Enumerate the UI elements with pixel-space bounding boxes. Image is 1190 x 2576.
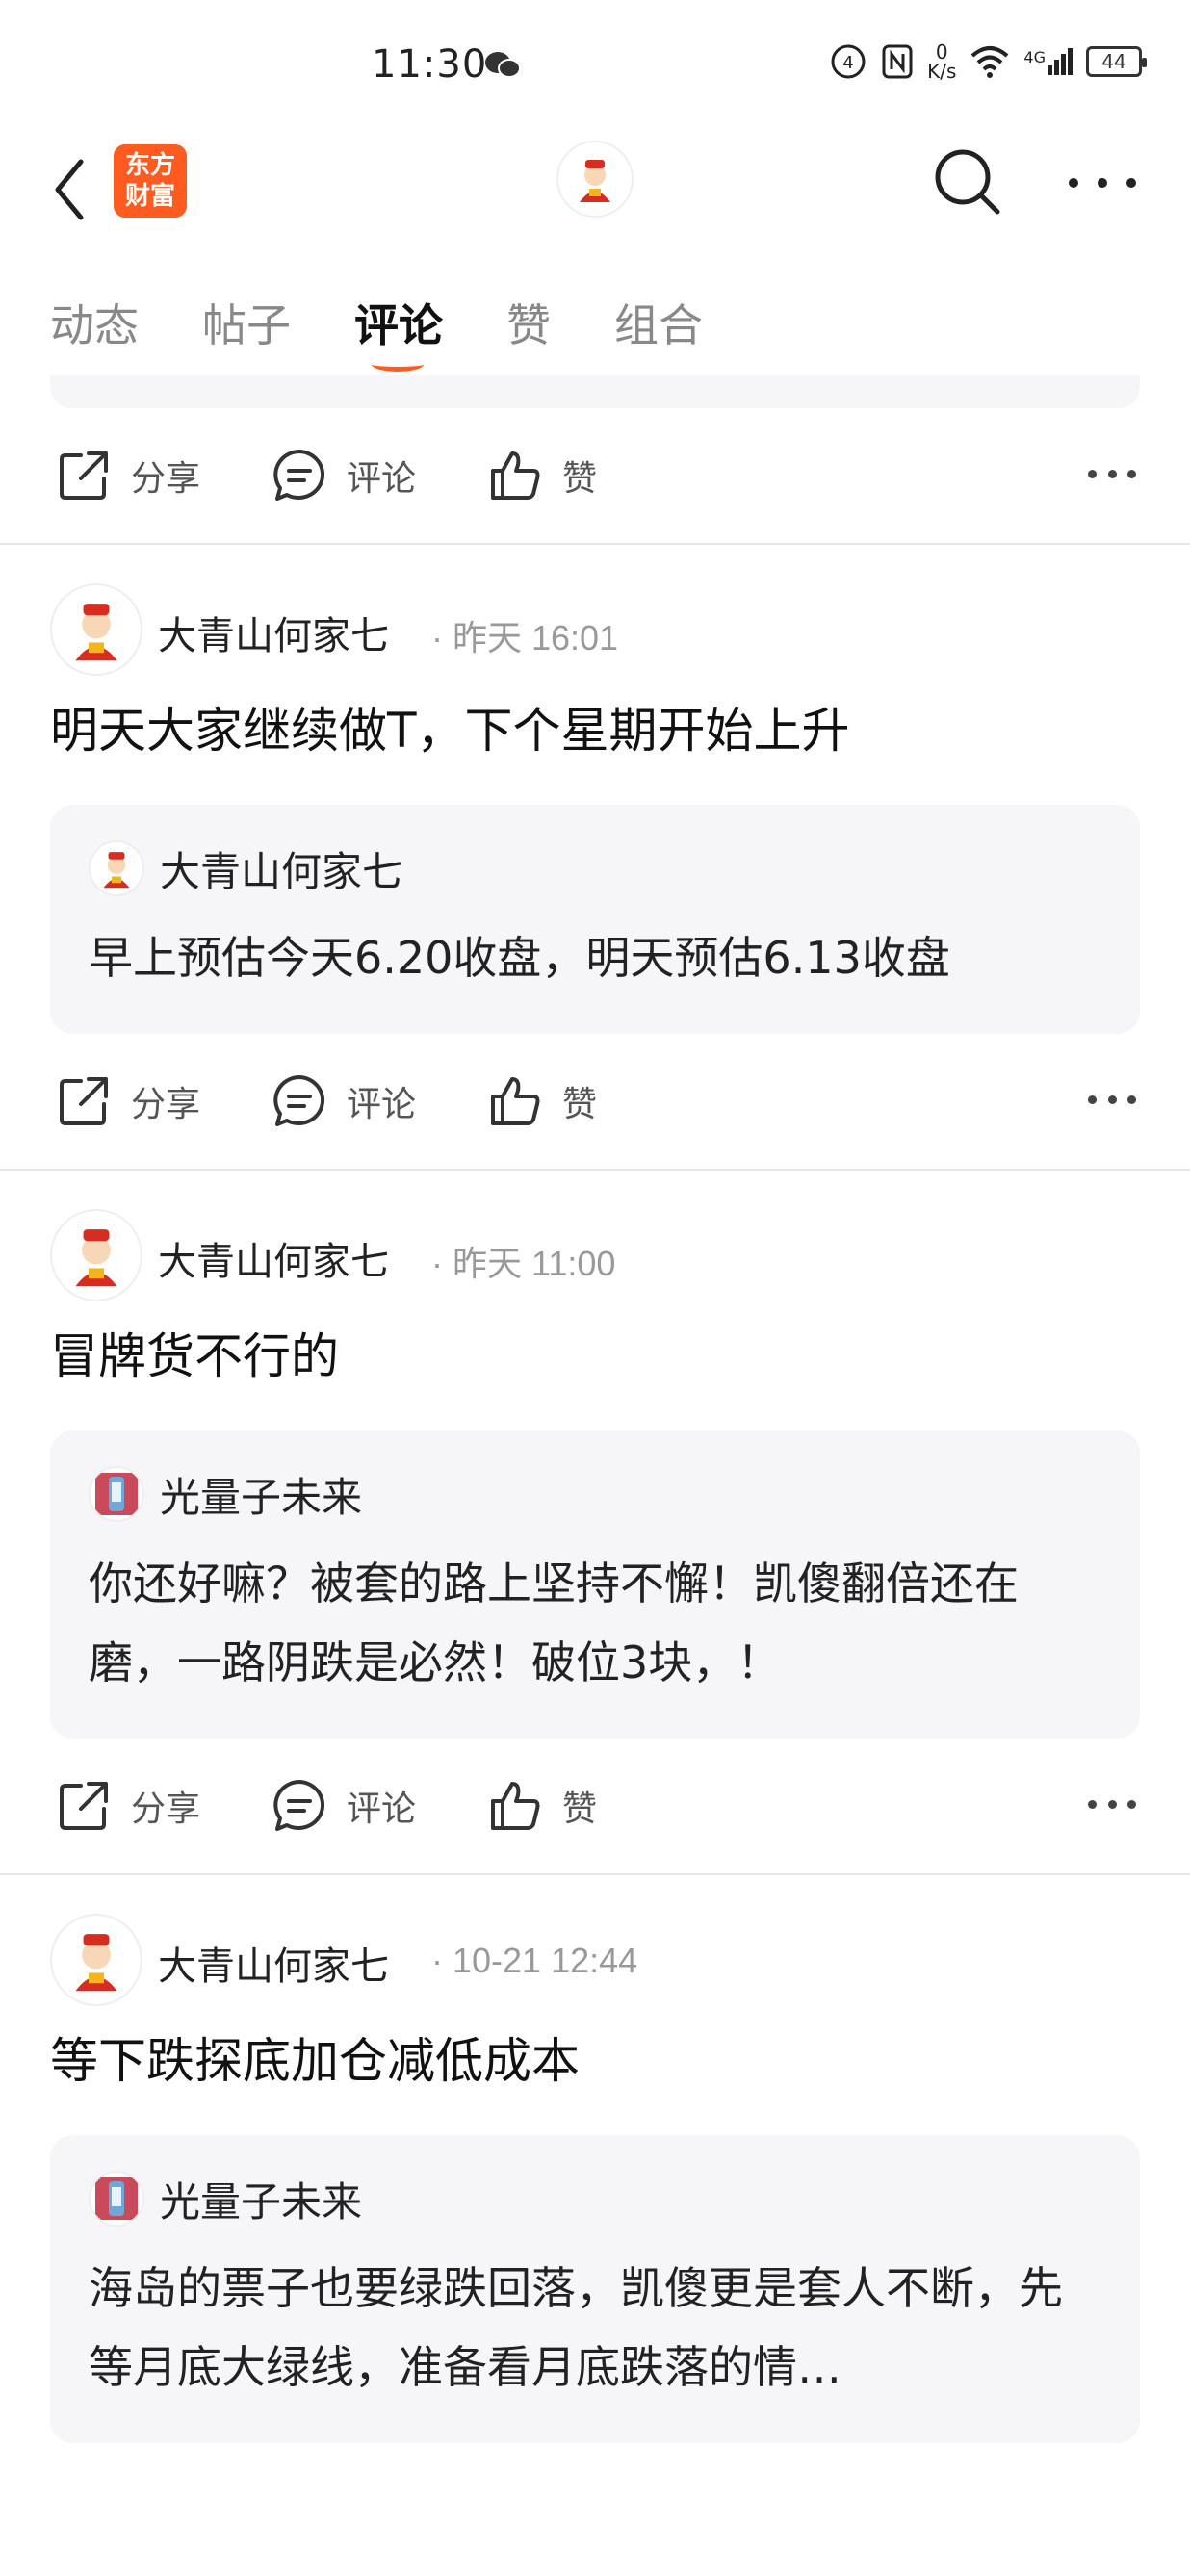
comment-feed: 分享 评论 赞 大青山何家七 · 昨天 16:01 明天大家继续做T，下个星期开… <box>0 375 1190 2443</box>
quoted-text: 你还好嘛？被套的路上坚持不懈！凯傻翻倍还在磨，一路阴跌是必然！破位3块，！ <box>89 1558 1019 1688</box>
quoted-author-name: 光量子未来 <box>160 2177 363 2226</box>
battery-icon: 44 <box>1086 46 1147 77</box>
quoted-author-avatar <box>89 840 144 896</box>
share-icon <box>60 451 108 500</box>
comment-item[interactable]: 大青山何家七 · 昨天 11:00 冒牌货不行的 光量子未来 你还好嘛？被套的路… <box>0 1171 1190 1739</box>
status-time: 11:30 <box>372 42 488 87</box>
like-button[interactable]: 赞 <box>485 1776 597 1836</box>
comment-button[interactable]: 评论 <box>270 1071 416 1131</box>
tab-dynamics[interactable]: 动态 <box>50 291 139 354</box>
brand-logo: 东方 财富 <box>114 144 187 218</box>
like-button[interactable]: 赞 <box>485 1071 597 1131</box>
tab-posts[interactable]: 帖子 <box>202 291 291 354</box>
previous-quote-card <box>50 375 1140 408</box>
share-button[interactable]: 分享 <box>54 446 200 505</box>
item-more-button[interactable] <box>1088 470 1136 481</box>
quoted-post[interactable]: 光量子未来 你还好嘛？被套的路上坚持不懈！凯傻翻倍还在磨，一路阴跌是必然！破位3… <box>50 1430 1140 1739</box>
share-icon <box>60 1077 108 1125</box>
network-speed: 0 K/s <box>927 40 957 83</box>
status-bar: 11:30 4 0 K/s 4G 44 <box>0 0 1190 135</box>
back-button[interactable] <box>46 146 94 233</box>
quoted-author-avatar <box>89 1466 144 1522</box>
thumbs-up-icon <box>491 451 540 500</box>
top-header: 东方 财富 <box>0 135 1190 260</box>
author-avatar[interactable] <box>50 1209 142 1301</box>
wechat-icon <box>485 52 521 78</box>
post-time: · 昨天 11:00 <box>431 1244 616 1283</box>
profile-tabs: 动态 帖子 评论 赞 组合 <box>0 270 1190 375</box>
comment-item[interactable]: 大青山何家七 · 昨天 16:01 明天大家继续做T，下个星期开始上升 大青山何… <box>0 545 1190 1034</box>
caishen-avatar-icon <box>75 1934 117 1992</box>
tab-comments[interactable]: 评论 <box>354 291 443 372</box>
thumbs-up-icon <box>491 1077 540 1125</box>
action-row: 分享 评论 赞 <box>0 408 1190 543</box>
caishen-avatar-icon <box>75 604 117 661</box>
quoted-text: 海岛的票子也要绿跌回落，凯傻更是套人不断，先等月底大绿线，准备看月底跌落的情… <box>89 2262 1063 2393</box>
author-name[interactable]: 大青山何家七 <box>158 1230 389 1286</box>
more-options-button[interactable] <box>1069 164 1136 202</box>
comment-icon <box>273 1780 325 1831</box>
post-time: · 昨天 16:01 <box>431 618 619 657</box>
tab-portfolios[interactable]: 组合 <box>614 291 703 354</box>
quoted-text: 早上预估今天6.20收盘，明天预估6.13收盘 <box>89 932 950 984</box>
caishen-avatar-icon <box>75 1229 117 1287</box>
author-name[interactable]: 大青山何家七 <box>158 605 389 660</box>
comment-button[interactable]: 评论 <box>270 446 416 505</box>
quoted-post[interactable]: 光量子未来 海岛的票子也要绿跌回落，凯傻更是套人不断，先等月底大绿线，准备看月底… <box>50 2135 1140 2443</box>
share-button[interactable]: 分享 <box>54 1776 200 1836</box>
action-row: 分享 评论 赞 <box>0 1739 1190 1873</box>
quoted-author-name: 大青山何家七 <box>160 847 403 895</box>
wifi-icon <box>971 46 1009 78</box>
thumbs-up-icon <box>491 1782 540 1830</box>
like-button[interactable]: 赞 <box>485 446 597 505</box>
share-button[interactable]: 分享 <box>54 1071 200 1131</box>
nfc-icon <box>882 44 913 79</box>
quoted-post[interactable]: 大青山何家七 早上预估今天6.20收盘，明天预估6.13收盘 <box>50 805 1140 1034</box>
svg-text:4: 4 <box>842 53 853 73</box>
comment-item[interactable]: 大青山何家七 · 10-21 12:44 等下跌探底加仓减低成本 光量子未来 海… <box>0 1875 1190 2443</box>
item-more-button[interactable] <box>1088 1095 1136 1107</box>
signal-icon: 4G <box>1023 48 1073 75</box>
hd-call-icon: 4 <box>831 44 866 79</box>
comment-button[interactable]: 评论 <box>270 1776 416 1836</box>
post-time: · 10-21 12:44 <box>431 1941 638 1980</box>
author-avatar[interactable] <box>50 583 142 676</box>
quoted-author-avatar <box>89 2171 144 2227</box>
quoted-author-name: 光量子未来 <box>160 1473 363 1521</box>
author-avatar[interactable] <box>50 1914 142 2006</box>
caishen-avatar-icon <box>103 852 130 889</box>
action-row: 分享 评论 赞 <box>0 1034 1190 1169</box>
comment-icon <box>273 1075 325 1126</box>
photo-avatar-icon <box>95 2177 138 2220</box>
tab-likes[interactable]: 赞 <box>506 291 551 354</box>
author-name[interactable]: 大青山何家七 <box>158 1935 389 1991</box>
item-more-button[interactable] <box>1088 1800 1136 1812</box>
user-avatar[interactable] <box>556 141 634 218</box>
search-button[interactable] <box>930 144 1003 218</box>
status-icons: 4 0 K/s 4G 44 <box>829 40 1147 83</box>
comment-icon <box>273 450 325 501</box>
photo-avatar-icon <box>95 1473 138 1515</box>
caishen-avatar-icon <box>580 160 610 202</box>
share-icon <box>60 1782 108 1830</box>
